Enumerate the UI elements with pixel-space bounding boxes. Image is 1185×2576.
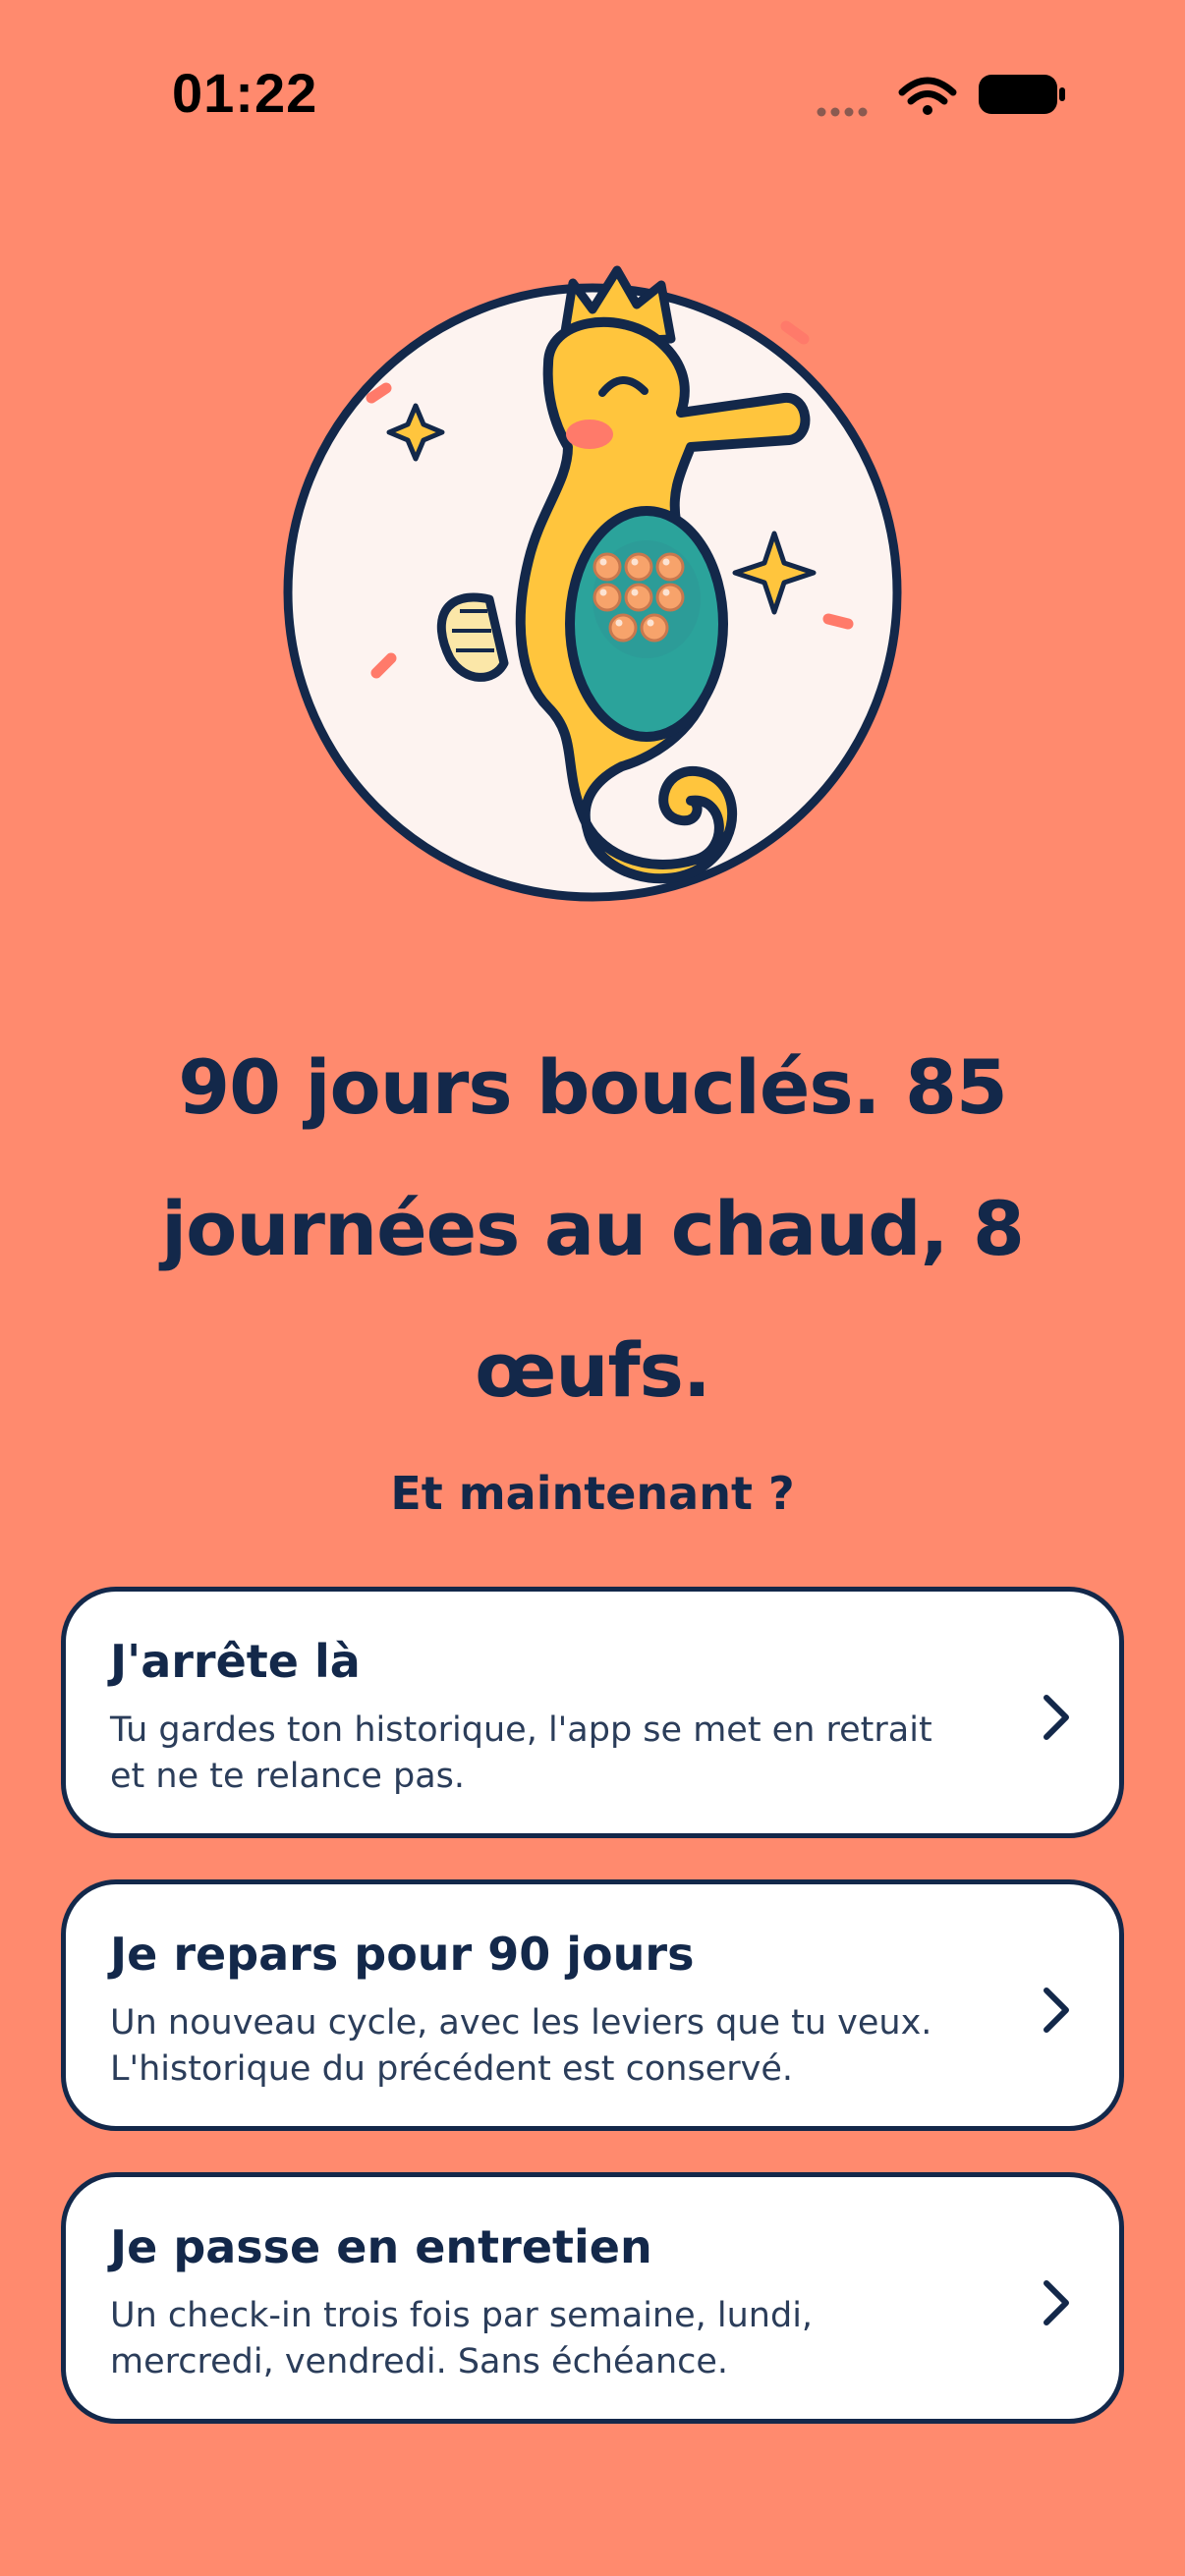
option-description: Tu gardes ton historique, l'app se met e… — [110, 1710, 932, 1796]
chevron-right-icon — [1044, 2280, 1069, 2325]
status-time: 01:22 — [172, 62, 318, 124]
option-title: J'arrête là — [110, 1635, 361, 1688]
status-bar: 01:22 — [0, 0, 1185, 187]
wifi-icon — [898, 77, 957, 115]
battery-icon — [979, 75, 1065, 114]
chevron-right-icon — [1044, 1695, 1069, 1740]
option-restart-button[interactable]: Je repars pour 90 jours Un nouveau cycle… — [61, 1879, 1124, 2131]
option-description: Un check-in trois fois par semaine, lund… — [110, 2296, 814, 2381]
option-description: Un nouveau cycle, avec les leviers que t… — [110, 2003, 932, 2089]
seahorse-icon — [283, 265, 902, 902]
option-title: Je passe en entretien — [110, 2220, 652, 2273]
option-stop-button[interactable]: J'arrête là Tu gardes ton historique, l'… — [61, 1587, 1124, 1838]
status-icons — [812, 69, 1067, 118]
option-maintenance-button[interactable]: Je passe en entretien Un check-in trois … — [61, 2172, 1124, 2424]
completion-headline: 90 jours bouclés. 85 journées au chaud, … — [161, 1043, 1025, 1414]
next-step-question: Et maintenant ? — [390, 1467, 795, 1520]
chevron-right-icon — [1044, 1988, 1069, 2033]
seahorse-illustration — [283, 265, 902, 914]
option-title: Je repars pour 90 jours — [110, 1928, 695, 1981]
signal-dots-icon — [817, 107, 868, 117]
